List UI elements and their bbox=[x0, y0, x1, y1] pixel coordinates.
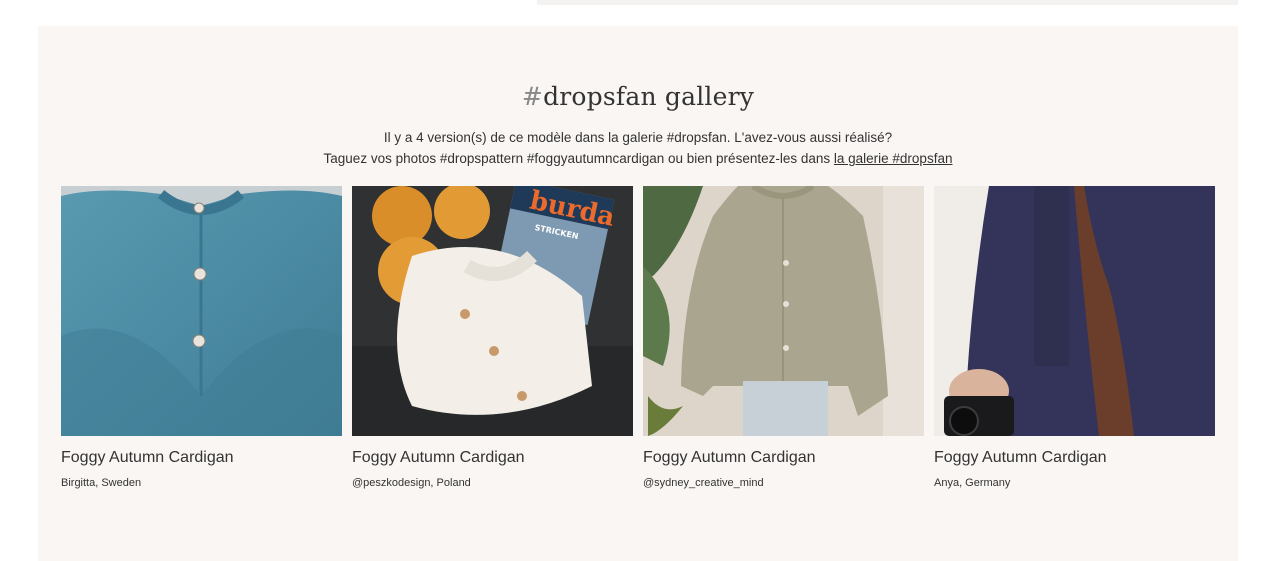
gallery-photo-white-cardigan[interactable]: burda STRICKEN bbox=[352, 186, 633, 436]
gallery-title: #dropsfan gallery bbox=[38, 82, 1238, 111]
gallery-title-text: dropsfan gallery bbox=[543, 82, 755, 111]
gallery-link[interactable]: la galerie #dropsfan bbox=[834, 151, 953, 166]
top-divider-strip bbox=[537, 0, 1238, 5]
gallery-card[interactable]: Foggy Autumn Cardigan @sydney_creative_m… bbox=[643, 186, 924, 506]
gallery-card[interactable]: burda STRICKEN Foggy Autumn Cardigan @pe… bbox=[352, 186, 633, 506]
gallery-intro-text: Taguez vos photos #dropspattern #foggyau… bbox=[323, 151, 834, 166]
card-author: @sydney_creative_mind bbox=[643, 477, 764, 489]
gallery-card[interactable]: Foggy Autumn Cardigan Anya, Germany bbox=[934, 186, 1215, 506]
card-author: Birgitta, Sweden bbox=[61, 477, 142, 489]
card-name[interactable]: Foggy Autumn Cardigan bbox=[643, 449, 816, 467]
dropsfan-gallery-section: #dropsfan gallery Il y a 4 version(s) de… bbox=[38, 26, 1238, 561]
card-author: Anya, Germany bbox=[934, 477, 1011, 489]
gallery-card[interactable]: Foggy Autumn Cardigan Birgitta, Sweden bbox=[61, 186, 342, 506]
gallery-intro-line-2: Taguez vos photos #dropspattern #foggyau… bbox=[38, 148, 1238, 169]
gallery-intro: Il y a 4 version(s) de ce modèle dans la… bbox=[38, 127, 1238, 169]
gallery-title-hash: # bbox=[521, 82, 544, 111]
card-name[interactable]: Foggy Autumn Cardigan bbox=[61, 449, 234, 467]
card-name[interactable]: Foggy Autumn Cardigan bbox=[352, 449, 525, 467]
gallery-cards: Foggy Autumn Cardigan Birgitta, Sweden b… bbox=[61, 186, 1215, 506]
gallery-photo-grey-cardigan[interactable] bbox=[643, 186, 924, 436]
gallery-photo-navy-cardigan[interactable] bbox=[934, 186, 1215, 436]
card-name[interactable]: Foggy Autumn Cardigan bbox=[934, 449, 1107, 467]
gallery-intro-line-1: Il y a 4 version(s) de ce modèle dans la… bbox=[383, 130, 893, 145]
gallery-photo-blue-cardigan[interactable] bbox=[61, 186, 342, 436]
card-author: @peszkodesign, Poland bbox=[352, 477, 471, 489]
